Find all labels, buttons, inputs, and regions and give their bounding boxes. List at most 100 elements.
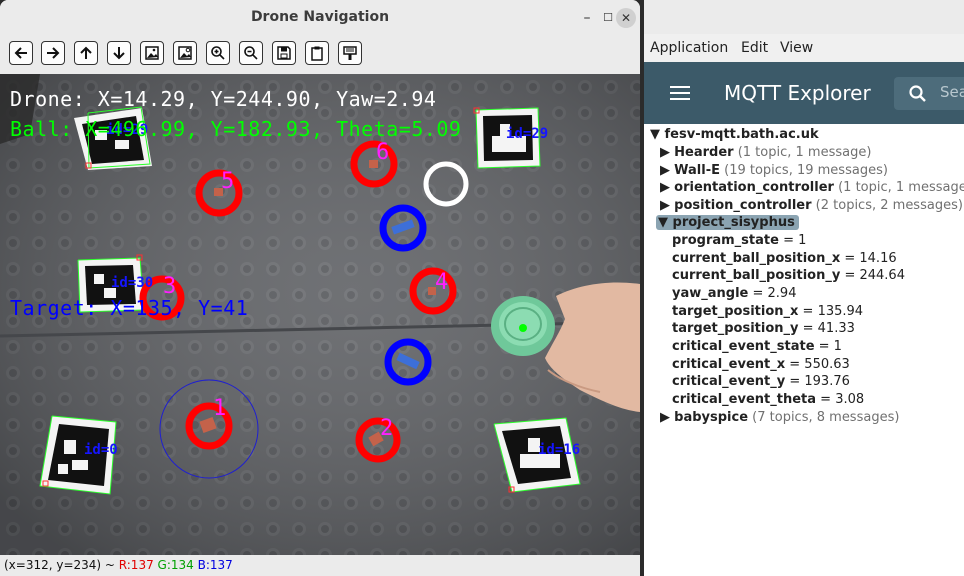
leaf-value: = 193.76 [785, 374, 850, 389]
node-meta: (2 topics, 2 messages) [815, 198, 963, 213]
leaf-key: critical_event_y [672, 374, 786, 389]
window-top-strip [644, 0, 964, 34]
menu-view[interactable]: View [780, 40, 813, 56]
tree-leaf-target-position-y[interactable]: target_position_y = 41.33 [672, 321, 855, 336]
tree-leaf-critical-event-y[interactable]: critical_event_y = 193.76 [672, 374, 850, 389]
waypoint-number: 1 [213, 396, 227, 421]
tree-leaf-current-ball-position-y[interactable]: current_ball_position_y = 244.64 [672, 268, 905, 283]
node-arrow-icon: ▶ [660, 180, 670, 195]
pan-up-button[interactable] [74, 41, 98, 65]
pan-left-button[interactable] [9, 41, 33, 65]
leaf-key: yaw_angle [672, 286, 749, 301]
hamburger-menu-icon[interactable] [670, 86, 690, 100]
copy-button[interactable] [305, 41, 329, 65]
tree-leaf-current-ball-position-x[interactable]: current_ball_position_x = 14.16 [672, 251, 897, 266]
leaf-key: program_state [672, 233, 779, 248]
tree-leaf-critical-event-state[interactable]: critical_event_state = 1 [672, 339, 842, 354]
leaf-key: critical_event_x [672, 357, 786, 372]
leaf-value: = 14.16 [840, 251, 897, 266]
window-title: Drone Navigation [250, 9, 390, 25]
search-box[interactable] [894, 77, 964, 110]
tree-node-position-controller[interactable]: ▶ position_controller (2 topics, 2 messa… [660, 198, 963, 213]
cursor-coordinates: (x=312, y=234) ~ [4, 558, 119, 572]
app-bar: MQTT Explorer [644, 62, 964, 124]
leaf-value: = 3.08 [816, 392, 865, 407]
title-bar[interactable]: Drone Navigation – ☐ ✕ [0, 0, 640, 36]
properties-icon [343, 46, 357, 60]
leaf-key: current_ball_position_x [672, 251, 841, 266]
close-button[interactable]: ✕ [616, 8, 636, 28]
pixel-blue-value: B:137 [197, 558, 233, 572]
tree-node-wall-e[interactable]: ▶ Wall-E (19 topics, 19 messages) [660, 163, 888, 178]
zoom-out-icon [244, 46, 258, 60]
tree-node-orientation-controller[interactable]: ▶ orientation_controller (1 topic, 1 mes… [660, 180, 964, 195]
minimize-button[interactable]: – [576, 7, 598, 29]
topic-tree: ▼ fesv-mqtt.bath.ac.uk ▶ Hearder (1 topi… [644, 124, 964, 576]
leaf-value: = 2.94 [748, 286, 797, 301]
tree-leaf-critical-event-theta[interactable]: critical_event_theta = 3.08 [672, 392, 864, 407]
properties-button[interactable] [338, 41, 362, 65]
mqtt-explorer-window: Application Edit View MQTT Explorer ▼ fe… [644, 0, 964, 576]
zoom-fit-button[interactable] [140, 41, 164, 65]
toolbar [0, 36, 640, 74]
leaf-value: = 135.94 [798, 304, 864, 319]
leaf-value: = 1 [778, 233, 807, 248]
ball-position-readout: Ball: X=496.99, Y=182.93, Theta=5.09 [10, 117, 462, 141]
waypoint-number: 4 [435, 270, 449, 295]
node-arrow-icon: ▶ [660, 198, 670, 213]
node-meta: (19 topics, 19 messages) [724, 163, 888, 178]
leaf-key: target_position_y [672, 321, 799, 336]
tree-node-project-sisyphus[interactable]: ▼ project_sisyphus [656, 215, 799, 230]
marker-id-label: id=0 [84, 442, 118, 458]
image-icon [145, 46, 159, 60]
arrow-up-icon [80, 46, 92, 59]
pan-down-button[interactable] [107, 41, 131, 65]
zoom-original-button[interactable] [173, 41, 197, 65]
pixel-red-value: R:137 [118, 558, 154, 572]
node-arrow-icon: ▶ [660, 410, 670, 425]
tree-leaf-yaw-angle[interactable]: yaw_angle = 2.94 [672, 286, 796, 301]
tree-node-babyspice[interactable]: ▶ babyspice (7 topics, 8 messages) [660, 410, 899, 425]
app-title: MQTT Explorer [724, 81, 871, 105]
search-input[interactable] [940, 83, 964, 101]
menu-application[interactable]: Application [650, 40, 728, 56]
waypoint-number: 6 [376, 140, 390, 165]
save-button[interactable] [272, 41, 296, 65]
node-meta: (7 topics, 8 messages) [752, 410, 900, 425]
waypoint-number: 5 [221, 169, 235, 194]
node-label: orientation_controller [674, 180, 834, 195]
save-icon [277, 46, 291, 60]
clipboard-icon [311, 46, 323, 61]
selected-node-label: ▼ project_sisyphus [656, 215, 799, 230]
zoom-in-icon [211, 46, 225, 60]
tree-node-hearder[interactable]: ▶ Hearder (1 topic, 1 message) [660, 145, 871, 160]
tree-root-broker[interactable]: ▼ fesv-mqtt.bath.ac.uk [650, 127, 819, 142]
tree-leaf-program-state[interactable]: program_state = 1 [672, 233, 806, 248]
node-meta: (1 topic, 1 message) [838, 180, 964, 195]
camera-view[interactable]: id=29 id=30 id=0 id=16 id=29 1 2 3 4 5 6… [0, 74, 640, 555]
zoom-in-button[interactable] [206, 41, 230, 65]
node-label: babyspice [674, 410, 749, 425]
leaf-value: = 41.33 [798, 321, 855, 336]
waypoint-number: 2 [380, 416, 394, 441]
node-arrow-icon: ▶ [660, 163, 670, 178]
arrow-left-icon [14, 47, 27, 59]
leaf-key: current_ball_position_y [672, 268, 841, 283]
target-position-readout: Target: X=135, Y=41 [10, 296, 249, 320]
tree-leaf-target-position-x[interactable]: target_position_x = 135.94 [672, 304, 863, 319]
tree-leaf-critical-event-x[interactable]: critical_event_x = 550.63 [672, 357, 850, 372]
image-multi-icon [178, 46, 192, 60]
drone-position-readout: Drone: X=14.29, Y=244.90, Yaw=2.94 [10, 87, 437, 111]
drone-navigation-window: Drone Navigation – ☐ ✕ id=29 id=30 id=0 … [0, 0, 640, 576]
menu-edit[interactable]: Edit [741, 40, 768, 56]
pixel-green-value: G:134 [157, 558, 194, 572]
zoom-out-button[interactable] [239, 41, 263, 65]
pan-right-button[interactable] [41, 41, 65, 65]
marker-id-label: id=30 [111, 275, 154, 291]
marker-id-label: id=16 [538, 442, 581, 458]
node-meta: (1 topic, 1 message) [737, 145, 872, 160]
leaf-value: = 244.64 [840, 268, 905, 283]
node-arrow-icon: ▶ [660, 145, 670, 160]
node-label: Hearder [674, 145, 734, 160]
leaf-value: = 550.63 [785, 357, 850, 372]
